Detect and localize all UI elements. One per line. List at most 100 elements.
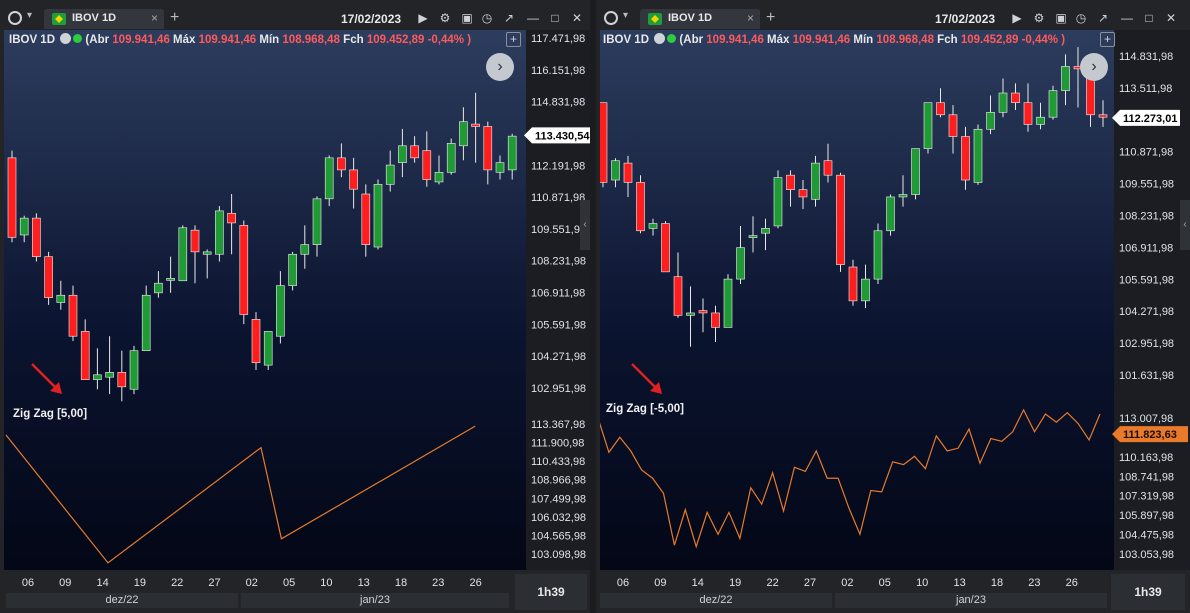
price-tick-label: 101.631,98 <box>1119 370 1174 382</box>
candlestick-chart-right[interactable]: 114.831,98113.511,98112.191,98110.871,98… <box>600 30 1190 590</box>
maximize-icon[interactable]: □ <box>548 11 562 25</box>
video-icon[interactable]: ▶ <box>1010 11 1024 25</box>
chevron-right-icon[interactable]: › <box>486 53 514 81</box>
candle-body <box>459 121 468 147</box>
collapse-sidebar-button[interactable]: ‹ <box>1180 200 1190 250</box>
candle-body <box>861 278 870 302</box>
close-window-icon[interactable]: ✕ <box>570 11 584 25</box>
trend-icon[interactable]: ↗ <box>1096 11 1110 25</box>
add-indicator-button[interactable]: + <box>506 32 521 47</box>
image-icon[interactable]: ▣ <box>1054 11 1068 25</box>
trend-icon[interactable]: ↗ <box>502 11 516 25</box>
candle-body <box>723 278 733 328</box>
candle-body <box>300 244 310 255</box>
x-tick-label: 05 <box>283 577 295 589</box>
price-tick-label: 102.951,98 <box>531 383 586 395</box>
x-tick-label: 09 <box>59 577 71 589</box>
gear-icon[interactable]: ⚙ <box>1032 11 1046 25</box>
candle-body <box>227 212 236 224</box>
candle-body <box>661 223 670 273</box>
tab-ibov[interactable]: IBOV 1D × <box>640 9 760 29</box>
candle-body <box>623 162 633 183</box>
add-indicator-button[interactable]: + <box>1100 32 1115 47</box>
month-label-dec: dez/22 <box>6 593 238 608</box>
image-icon[interactable]: ▣ <box>460 11 474 25</box>
price-tick-label: 105.591,98 <box>531 319 586 331</box>
indicator-tick-label: 104.565,98 <box>531 530 586 542</box>
candle-body <box>324 157 334 200</box>
x-tick-label: 18 <box>991 577 1003 589</box>
candle-body <box>312 198 322 245</box>
price-tick-label: 105.591,98 <box>1119 274 1174 286</box>
candle-body <box>698 310 708 314</box>
symbol-label: IBOV 1D <box>603 34 650 46</box>
candle-body <box>495 162 505 173</box>
close-icon[interactable]: × <box>151 11 158 25</box>
x-tick-label: 19 <box>729 577 741 589</box>
history-icon[interactable]: ◷ <box>1074 11 1088 25</box>
high-value: 109.941,46 <box>198 34 257 46</box>
indicator-tick-label: 110.163,98 <box>1119 452 1173 464</box>
indicator-tick-label: 106.032,98 <box>531 512 586 524</box>
candle-body <box>410 145 419 159</box>
candle-body <box>80 331 90 380</box>
close-icon[interactable]: × <box>747 11 754 25</box>
close-label: Fch <box>343 34 364 46</box>
add-tab-button[interactable]: + <box>170 9 179 27</box>
candle-body <box>636 182 645 232</box>
price-tick-label: 117.471,98 <box>531 33 585 45</box>
collapse-sidebar-button[interactable]: ‹ <box>580 200 590 250</box>
maximize-icon[interactable]: □ <box>1142 11 1156 25</box>
chevron-down-icon[interactable]: ▾ <box>27 10 32 21</box>
open-label: Abr <box>683 34 704 46</box>
candle-body <box>923 102 933 149</box>
candle-body <box>1061 66 1070 91</box>
high-label: Máx <box>173 34 196 46</box>
close-window-icon[interactable]: ✕ <box>1164 11 1178 25</box>
low-label: Mín <box>259 34 280 46</box>
high-label: Máx <box>767 34 790 46</box>
low-label: Mín <box>853 34 874 46</box>
x-tick-label: 13 <box>358 577 370 589</box>
settings-badge-icon[interactable] <box>654 33 666 44</box>
chevron-right-icon[interactable]: › <box>1080 53 1108 81</box>
indicator-tick-label: 103.098,98 <box>531 549 586 561</box>
candle-body <box>276 285 285 337</box>
candle-body <box>998 92 1008 113</box>
last-price-label: 112.273,01 <box>1123 113 1177 125</box>
video-icon[interactable]: ▶ <box>416 11 430 25</box>
x-tick-label: 06 <box>617 577 629 589</box>
candlestick-chart-left[interactable]: 117.471,98116.151,98114.831,98113.511,98… <box>4 30 590 590</box>
candle-body <box>786 174 795 190</box>
add-tab-button[interactable]: + <box>766 9 775 27</box>
candle-body <box>337 157 346 171</box>
candle-body <box>154 282 163 294</box>
minimize-icon[interactable]: — <box>526 11 540 25</box>
candle-body <box>1048 90 1058 118</box>
price-tick-label: 108.231,98 <box>1119 211 1174 223</box>
settings-badge-icon[interactable] <box>60 33 72 44</box>
candle-body <box>898 194 908 198</box>
clock-icon[interactable] <box>604 11 618 25</box>
live-status-icon <box>667 34 677 43</box>
tab-ibov[interactable]: IBOV 1D × <box>44 9 164 29</box>
candle-body <box>44 256 53 298</box>
chart-panel-left: ▾ IBOV 1D × + 17/02/2023 ▶ ⚙ ▣ ◷ ↗ — □ ✕… <box>0 0 590 613</box>
gear-icon[interactable]: ⚙ <box>438 11 452 25</box>
x-tick-label: 27 <box>208 577 220 589</box>
candle-body <box>823 160 833 176</box>
candle-body <box>105 372 114 378</box>
x-tick-label: 27 <box>804 577 816 589</box>
clock-icon[interactable] <box>8 11 22 25</box>
date-label: 17/02/2023 <box>935 12 996 26</box>
candle-body <box>1036 116 1045 125</box>
history-icon[interactable]: ◷ <box>480 11 494 25</box>
month-label-jan: jan/23 <box>241 593 509 608</box>
candle-body <box>263 331 273 366</box>
chevron-down-icon[interactable]: ▾ <box>623 10 628 21</box>
month-label-jan: jan/23 <box>835 593 1107 608</box>
candle-body <box>761 228 770 234</box>
open-value: 109.941,46 <box>112 34 170 46</box>
candle-body <box>178 227 188 282</box>
minimize-icon[interactable]: — <box>1120 11 1134 25</box>
